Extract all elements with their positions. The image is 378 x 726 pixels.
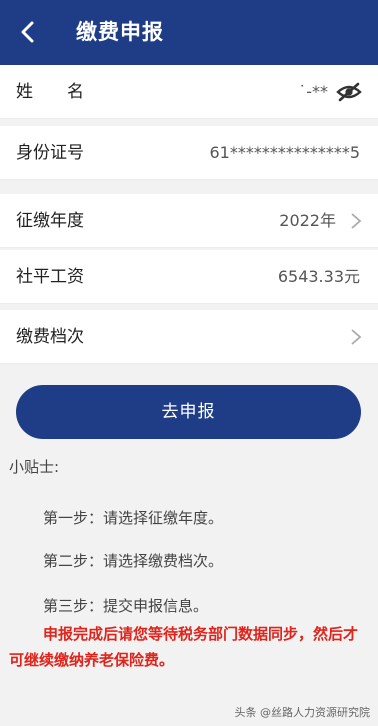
chevron-right-icon — [351, 329, 362, 345]
hide-eye-icon[interactable] — [336, 80, 362, 104]
chevron-right-icon — [351, 213, 362, 229]
collection-year-label: 征缴年度 — [16, 211, 84, 231]
sync-warning-text: 申报完成后请您等待税务部门数据同步，然后才可继续缴纳养老保险费。 — [9, 625, 359, 669]
payment-level-label: 缴费档次 — [16, 327, 84, 347]
app-header: 缴费申报 — [0, 0, 378, 65]
name-value: ˙-** — [298, 82, 328, 101]
page-title: 缴费申报 — [76, 20, 164, 44]
tip-step-1: 第一步：请选择征缴年度。 — [43, 509, 224, 527]
id-number-row: 身份证号 61***************5 — [0, 126, 378, 180]
id-number-value: 61***************5 — [209, 143, 360, 162]
submit-declaration-button[interactable]: 去申报 — [16, 385, 361, 439]
tip-step-2: 第二步：请选择缴费档次。 — [43, 552, 224, 570]
payment-level-row[interactable]: 缴费档次 — [0, 310, 378, 364]
watermark: 头条 @丝路人力资源研究院 — [234, 706, 371, 719]
back-arrow-icon[interactable] — [14, 18, 42, 46]
collection-year-value: 2022年 — [279, 211, 336, 230]
tips-title: 小贴士: — [9, 458, 60, 476]
average-salary-row: 社平工资 6543.33元 — [0, 250, 378, 304]
average-salary-label: 社平工资 — [16, 267, 84, 287]
name-row: 姓 名 ˙-** — [0, 65, 378, 119]
name-label: 姓 名 — [16, 82, 84, 102]
collection-year-row[interactable]: 征缴年度 2022年 — [0, 194, 378, 248]
tip-step-3: 第三步：提交申报信息。 — [43, 597, 209, 615]
average-salary-value: 6543.33元 — [277, 267, 360, 286]
id-number-label: 身份证号 — [16, 143, 84, 163]
